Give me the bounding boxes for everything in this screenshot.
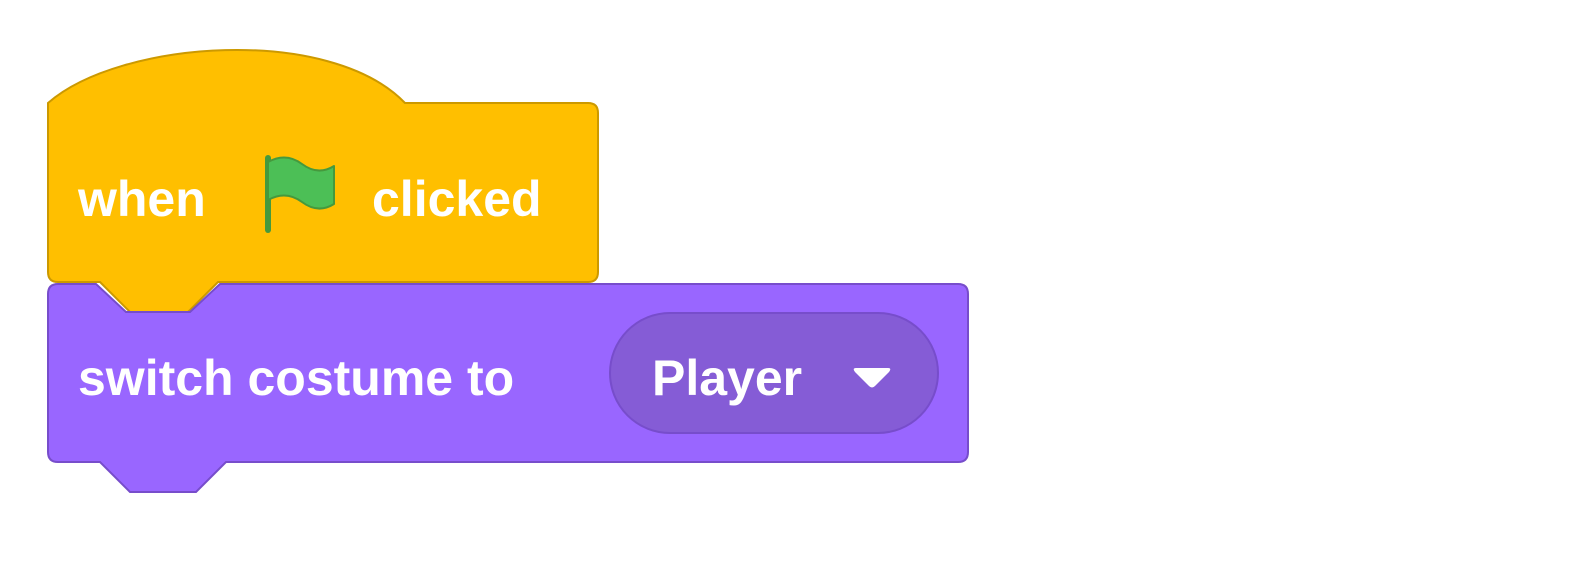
hat-clicked-label: clicked bbox=[372, 171, 542, 227]
switch-costume-block[interactable]: switch costume to Player bbox=[47, 283, 969, 493]
costume-dropdown[interactable]: Player bbox=[609, 312, 939, 434]
when-flag-clicked-block[interactable]: when clicked bbox=[47, 48, 599, 313]
costume-dropdown-value: Player bbox=[652, 350, 802, 406]
switch-costume-label: switch costume to bbox=[78, 350, 514, 406]
script-canvas: when clicked switch costume to Player bbox=[47, 48, 969, 493]
hat-when-label: when bbox=[77, 171, 206, 227]
